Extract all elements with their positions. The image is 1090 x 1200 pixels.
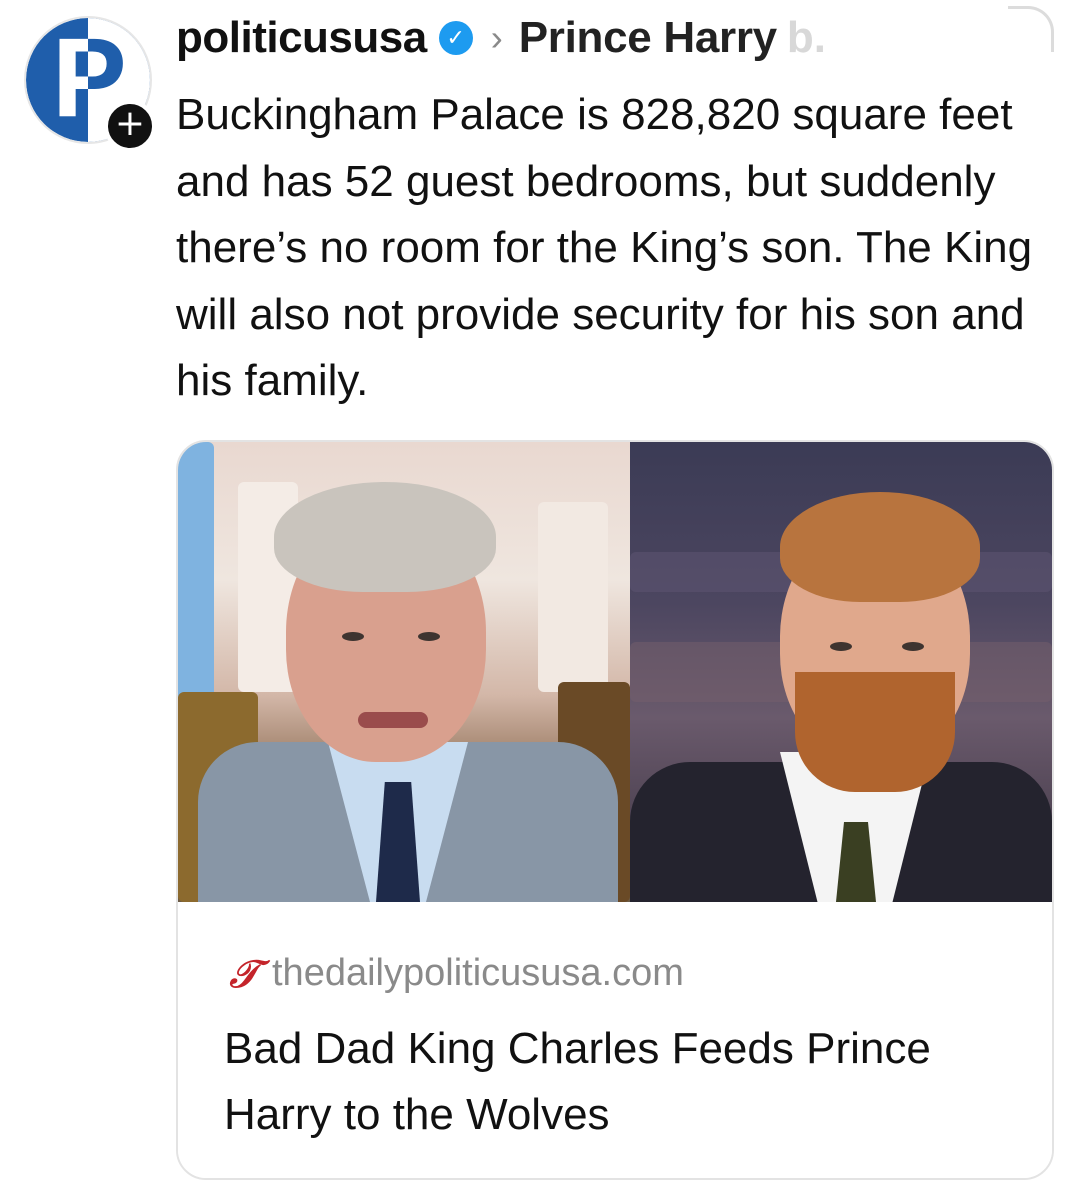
background-flag: [178, 442, 214, 702]
site-favicon-icon: 𝒯: [229, 950, 259, 996]
topic-tag-overflow: b.: [786, 13, 826, 62]
eye: [342, 632, 364, 641]
eye: [902, 642, 924, 651]
eye: [418, 632, 440, 641]
mouth: [358, 712, 428, 728]
username[interactable]: politicususa: [176, 13, 427, 63]
follow-plus-icon[interactable]: +: [104, 100, 156, 152]
threads-post: P P + politicususa ✓ › Prince Harry b. B…: [0, 0, 1090, 1200]
photo-king-charles: [178, 442, 630, 902]
more-options-icon[interactable]: [1008, 6, 1054, 52]
background-window: [538, 502, 608, 692]
link-headline[interactable]: Bad Dad King Charles Feeds Prince Harry …: [224, 1016, 1024, 1148]
chevron-right-icon: ›: [490, 17, 503, 58]
red-hair: [780, 492, 980, 602]
link-preview-card[interactable]: 𝒯 thedailypoliticususa.com Bad Dad King …: [176, 440, 1054, 1180]
verified-badge-icon: ✓: [438, 21, 473, 55]
post-header: politicususa ✓ › Prince Harry b.: [176, 6, 826, 70]
link-domain: thedailypoliticususa.com: [272, 952, 684, 994]
link-preview-image: [178, 442, 1052, 902]
eye: [830, 642, 852, 651]
link-source: 𝒯 thedailypoliticususa.com: [224, 950, 684, 996]
post-caption: Buckingham Palace is 828,820 square feet…: [176, 90, 1033, 405]
photo-prince-harry: [630, 442, 1052, 902]
link-preview-footer: 𝒯 thedailypoliticususa.com Bad Dad King …: [178, 902, 1052, 1178]
red-beard: [795, 672, 955, 792]
topic-tag[interactable]: Prince Harry: [519, 13, 777, 63]
grey-hair: [274, 482, 496, 592]
